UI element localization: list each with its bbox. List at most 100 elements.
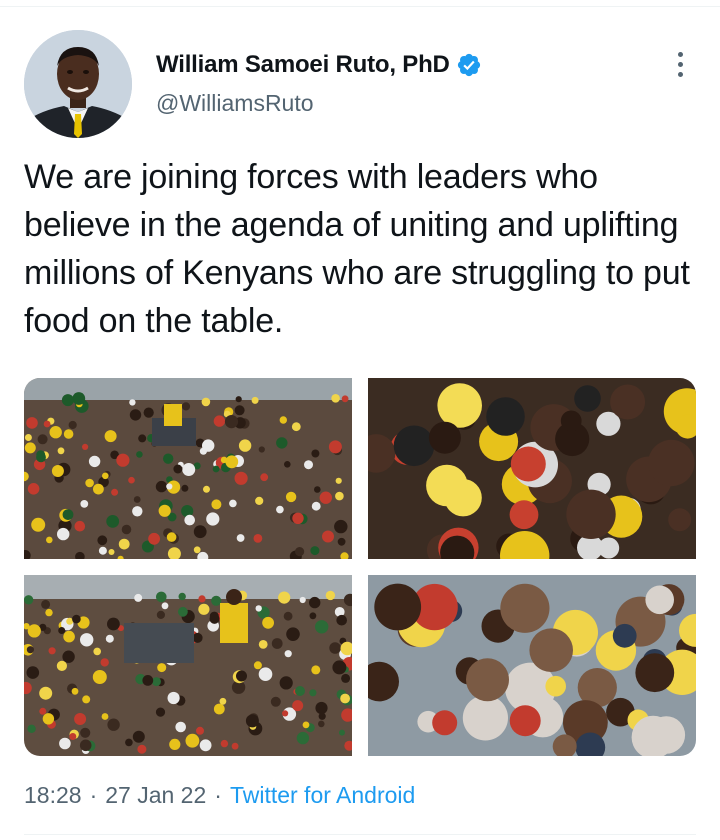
crowd-texture bbox=[336, 614, 348, 626]
photo-leader-on-vehicle-crowd[interactable] bbox=[24, 575, 352, 756]
crowd-texture bbox=[69, 733, 77, 740]
crowd-texture bbox=[158, 504, 171, 517]
crowd-texture bbox=[296, 731, 310, 745]
crowd-texture bbox=[258, 667, 273, 681]
crowd-texture bbox=[253, 534, 263, 543]
crowd-texture bbox=[125, 738, 133, 747]
crowd-texture bbox=[143, 407, 154, 418]
crowd-texture bbox=[236, 670, 247, 682]
crowd-texture bbox=[111, 488, 119, 496]
crowd-texture bbox=[57, 447, 65, 455]
more-options-icon[interactable] bbox=[664, 44, 696, 84]
crowd-texture bbox=[462, 695, 508, 741]
crowd-texture bbox=[102, 472, 109, 480]
crowd-texture bbox=[258, 640, 268, 649]
crowd-texture bbox=[71, 687, 79, 695]
crowd-texture bbox=[341, 673, 351, 683]
crowd-texture bbox=[85, 478, 94, 488]
crowd-texture bbox=[225, 455, 239, 469]
tweet-time[interactable]: 18:28 bbox=[24, 782, 82, 809]
photo-crowd-closeup-yellow-caps[interactable] bbox=[368, 378, 696, 559]
crowd-texture bbox=[61, 394, 74, 407]
crowd-texture bbox=[612, 623, 637, 648]
crowd-texture bbox=[133, 496, 141, 503]
crowd-texture bbox=[185, 733, 200, 748]
crowd-texture bbox=[209, 611, 219, 621]
crowd-texture bbox=[279, 676, 293, 690]
crowd-texture bbox=[107, 718, 120, 731]
crowd-texture bbox=[271, 638, 283, 649]
crowd-texture bbox=[93, 483, 104, 495]
crowd-texture bbox=[428, 421, 461, 454]
tweet-date[interactable]: 27 Jan 22 bbox=[105, 782, 206, 809]
crowd-texture bbox=[107, 617, 120, 631]
crowd-texture bbox=[486, 397, 525, 436]
author-display-name[interactable]: William Samoei Ruto, PhD bbox=[156, 51, 450, 79]
crowd-texture bbox=[129, 399, 136, 406]
crowd-texture bbox=[510, 446, 546, 482]
crowd-texture bbox=[251, 396, 259, 404]
crowd-texture bbox=[167, 691, 180, 705]
crowd-texture bbox=[175, 721, 186, 733]
photo-crowd-closeup-cheering[interactable] bbox=[368, 575, 696, 756]
verified-badge-icon bbox=[456, 52, 482, 78]
crowd-texture bbox=[231, 742, 239, 750]
crowd-texture bbox=[262, 616, 274, 629]
crowd-texture bbox=[213, 703, 225, 715]
crowd-texture bbox=[334, 519, 348, 534]
crowd-texture bbox=[500, 583, 550, 633]
crowd-texture bbox=[148, 532, 160, 545]
crowd-texture bbox=[169, 738, 181, 750]
crowd-texture bbox=[211, 595, 222, 606]
crowd-texture bbox=[234, 471, 248, 485]
crowd-texture bbox=[284, 650, 292, 658]
crowd-texture bbox=[155, 480, 168, 493]
crowd-texture bbox=[212, 465, 220, 473]
crowd-texture bbox=[196, 726, 204, 735]
crowd-texture bbox=[291, 422, 301, 432]
crowd-texture bbox=[80, 727, 91, 738]
crowd-texture bbox=[466, 658, 509, 702]
crowd-texture bbox=[24, 595, 34, 605]
crowd-texture bbox=[98, 546, 107, 555]
crowd-texture bbox=[118, 538, 130, 550]
crowd-texture bbox=[155, 707, 166, 717]
crowd-texture bbox=[74, 713, 87, 725]
crowd-texture bbox=[62, 650, 75, 663]
crowd-texture bbox=[51, 465, 64, 477]
crowd-texture bbox=[566, 489, 616, 539]
crowd-texture bbox=[635, 653, 675, 693]
photo-rally-crowd-aerial[interactable] bbox=[24, 378, 352, 559]
crowd-texture bbox=[92, 670, 107, 684]
avatar[interactable] bbox=[24, 30, 132, 138]
crowd-texture bbox=[134, 593, 143, 602]
crowd-texture bbox=[45, 608, 53, 617]
crowd-texture bbox=[163, 453, 174, 464]
crowd-texture bbox=[322, 530, 334, 543]
crowd-texture bbox=[309, 612, 317, 620]
crowd-texture bbox=[335, 477, 342, 484]
crowd-texture bbox=[206, 512, 220, 526]
author-name-row[interactable]: William Samoei Ruto, PhD bbox=[156, 48, 482, 82]
crowd-texture bbox=[27, 724, 36, 733]
crowd-texture bbox=[192, 632, 203, 643]
crowd-texture bbox=[37, 434, 48, 445]
crowd-texture bbox=[238, 439, 252, 452]
crowd-texture bbox=[314, 486, 321, 493]
crowd-texture bbox=[161, 602, 169, 610]
crowd-texture bbox=[173, 464, 183, 474]
crowd-texture bbox=[668, 508, 692, 532]
crowd-texture bbox=[132, 730, 145, 743]
crowd-texture bbox=[82, 695, 91, 704]
crowd-texture bbox=[545, 675, 566, 697]
crowd-texture bbox=[329, 642, 341, 654]
crowd-texture bbox=[24, 442, 36, 454]
crowd-texture bbox=[574, 385, 601, 412]
crowd-texture bbox=[213, 415, 226, 427]
crowd-texture bbox=[304, 460, 313, 470]
author-handle[interactable]: @WilliamsRuto bbox=[156, 90, 314, 117]
tweet-source-link[interactable]: Twitter for Android bbox=[230, 782, 415, 809]
crowd-texture bbox=[46, 536, 53, 544]
crowd-texture bbox=[128, 476, 135, 484]
crowd-texture bbox=[426, 464, 468, 507]
